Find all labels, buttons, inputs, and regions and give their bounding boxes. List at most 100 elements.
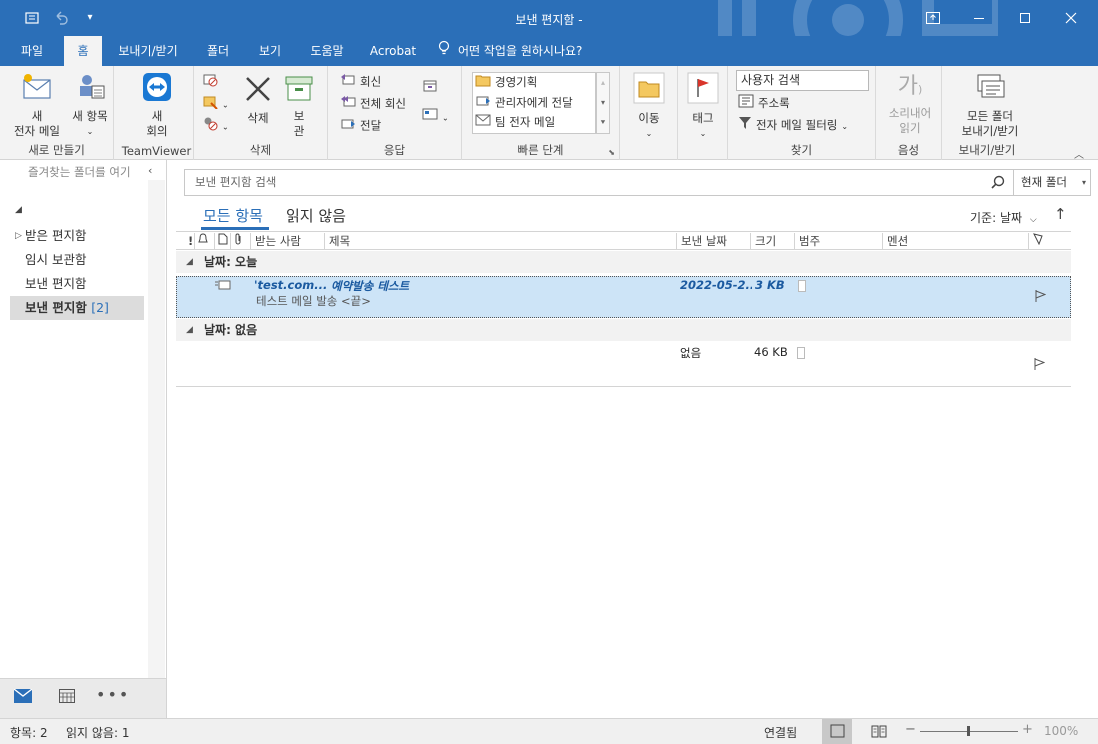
zoom-in-icon[interactable]: + xyxy=(1022,722,1033,737)
search-scope-dropdown[interactable]: 현재 폴더 ▾ xyxy=(1013,169,1091,196)
flag-col-icon[interactable] xyxy=(1028,233,1046,249)
meeting-label-1: 새 xyxy=(151,109,163,123)
filter-all[interactable]: 모든 항목 xyxy=(203,205,263,226)
folder-label: 보낸 편지함 xyxy=(25,276,87,291)
category-box[interactable] xyxy=(798,280,806,292)
calendar-icon[interactable] xyxy=(56,689,78,709)
close-button[interactable] xyxy=(1048,0,1094,36)
minimize-button[interactable] xyxy=(956,0,1002,36)
message-row[interactable]: 없음 46 KB xyxy=(176,343,1071,385)
address-book-button[interactable]: 주소록 xyxy=(738,93,790,113)
col-mention[interactable]: 멘션 xyxy=(882,233,908,249)
folder-inbox[interactable]: ▷ 받은 편지함 xyxy=(10,224,144,248)
more-icon[interactable]: ••• xyxy=(96,685,128,705)
folder-drafts[interactable]: 임시 보관함 xyxy=(10,248,144,272)
zoom-level[interactable]: 100% xyxy=(1044,724,1078,738)
junk-button[interactable]: ⌄ xyxy=(202,115,229,135)
tab-help[interactable]: 도움말 xyxy=(300,36,354,66)
quick-step-management[interactable]: 경영기획 xyxy=(475,72,537,92)
delete-button[interactable]: 삭제 xyxy=(240,74,276,126)
group-tags: 태그 ⌄ xyxy=(678,66,728,160)
tab-send-receive[interactable]: 보내기/받기 xyxy=(108,36,188,66)
flag-icon[interactable] xyxy=(1034,289,1046,306)
tab-home[interactable]: 홈 xyxy=(64,36,102,66)
reply-all-button[interactable]: 전체 회신 xyxy=(340,93,406,113)
new-email-icon xyxy=(6,72,68,106)
folder-scrollbar[interactable] xyxy=(148,180,165,680)
read-aloud-button[interactable]: 가) 소리내어 읽기 xyxy=(882,74,938,136)
icon-col-icon[interactable] xyxy=(214,233,230,249)
attachment-col-icon[interactable] xyxy=(230,233,246,249)
ribbon-display-options-icon[interactable] xyxy=(910,0,956,36)
col-category[interactable]: 범주 xyxy=(794,233,820,249)
col-size[interactable]: 크기 xyxy=(750,233,776,249)
group-header-today[interactable]: ◢ 날짜: 오늘 xyxy=(176,251,1071,273)
group-delete-label: 삭제 xyxy=(249,143,272,157)
new-email-button[interactable]: 새 전자 메일 xyxy=(6,72,68,139)
tell-me-search[interactable]: 어떤 작업을 원하시나요? xyxy=(438,36,618,66)
zoom-out-icon[interactable]: − xyxy=(905,722,916,737)
maximize-button[interactable] xyxy=(1002,0,1048,36)
meeting-reply-button[interactable] xyxy=(422,78,442,98)
folder-sent[interactable]: 보낸 편지함 xyxy=(10,272,144,296)
tab-acrobat[interactable]: Acrobat xyxy=(362,36,424,66)
dialog-launcher-icon[interactable]: ⬊ xyxy=(608,148,615,157)
col-to[interactable]: 받는 사람 xyxy=(250,233,301,249)
search-input[interactable] xyxy=(195,175,975,189)
active-filter-underline xyxy=(201,227,269,230)
chevron-up-icon: ▴ xyxy=(600,78,605,87)
quick-step-team-email[interactable]: 팀 전자 메일 xyxy=(475,112,555,132)
sort-by-dropdown[interactable]: 기준: 날짜 ⌵ xyxy=(970,209,1037,226)
search-box[interactable] xyxy=(184,169,1014,196)
move-button[interactable]: 이동 ⌄ xyxy=(630,72,668,141)
email-icon xyxy=(475,113,491,133)
zoom-slider-thumb[interactable] xyxy=(967,726,970,736)
flag-icon[interactable] xyxy=(1033,357,1045,374)
archive-button[interactable]: 보 관 xyxy=(282,74,316,139)
ignore-button[interactable] xyxy=(202,71,222,91)
group-header-none[interactable]: ◢ 날짜: 없음 xyxy=(176,319,1071,341)
folder-label: 보낸 편지함 xyxy=(25,300,87,315)
ignore-icon xyxy=(202,71,218,93)
search-icon[interactable] xyxy=(991,175,1005,192)
delete-label: 삭제 xyxy=(247,111,269,125)
filter-email-button[interactable]: 전자 메일 필터링 ⌄ xyxy=(738,115,848,135)
col-sent[interactable]: 보낸 날짜 xyxy=(676,233,727,249)
quick-steps-scroll[interactable]: ▴ ▾ ⯆ xyxy=(596,72,610,134)
sort-direction-icon[interactable]: ↑ xyxy=(1054,205,1067,223)
reminder-col-icon[interactable] xyxy=(194,233,210,249)
group-delete: ⌄ ⌄ 삭제 보 관 삭제 xyxy=(194,66,328,160)
teamviewer-meeting-button[interactable]: 새 회의 xyxy=(132,72,182,139)
tab-file[interactable]: 파일 xyxy=(8,36,56,66)
more-respond-button[interactable]: ⌄ xyxy=(422,106,449,126)
tab-view[interactable]: 보기 xyxy=(248,36,292,66)
col-importance[interactable]: ! xyxy=(184,233,193,249)
col-subject[interactable]: 제목 xyxy=(324,233,350,249)
chevron-down-icon: ⌄ xyxy=(841,122,849,131)
tags-button[interactable]: 태그 ⌄ xyxy=(684,72,722,141)
category-box[interactable] xyxy=(797,347,805,359)
folder-outbox[interactable]: 보낸 편지함 [2] xyxy=(10,296,144,320)
reading-view-button[interactable] xyxy=(864,719,894,744)
new-items-button[interactable]: 새 항목 ⌄ xyxy=(66,72,114,139)
read-aloud-label-2: 읽기 xyxy=(899,121,921,135)
people-search-input[interactable]: 사용자 검색 xyxy=(736,70,869,91)
delete-icon xyxy=(240,74,276,108)
tab-folder[interactable]: 폴더 xyxy=(196,36,240,66)
collapse-pane-icon[interactable]: ‹ xyxy=(148,164,152,177)
forward-button[interactable]: 전달 xyxy=(340,115,381,135)
reply-button[interactable]: 회신 xyxy=(340,71,381,91)
quick-step-to-manager[interactable]: 관리자에게 전달 xyxy=(475,92,573,112)
expand-account-icon[interactable]: ◢ xyxy=(15,205,22,215)
normal-view-button[interactable] xyxy=(822,719,852,744)
message-row[interactable]: 'test.com... 예약발송 테스트 테스트 메일 발송 <끝> 2022… xyxy=(176,276,1071,318)
filter-unread[interactable]: 읽지 않음 xyxy=(286,205,346,226)
collapse-group-icon[interactable]: ◢ xyxy=(186,319,193,341)
collapse-ribbon-icon[interactable]: ︿ xyxy=(1074,146,1084,161)
mail-icon[interactable] xyxy=(12,688,34,709)
collapse-group-icon[interactable]: ◢ xyxy=(186,251,193,273)
move-folder-icon xyxy=(630,72,668,108)
send-receive-all-button[interactable]: 모든 폴더 보내기/받기 xyxy=(950,72,1030,139)
expand-icon[interactable]: ▷ xyxy=(15,224,22,248)
clean-up-button[interactable]: ⌄ xyxy=(202,93,229,113)
